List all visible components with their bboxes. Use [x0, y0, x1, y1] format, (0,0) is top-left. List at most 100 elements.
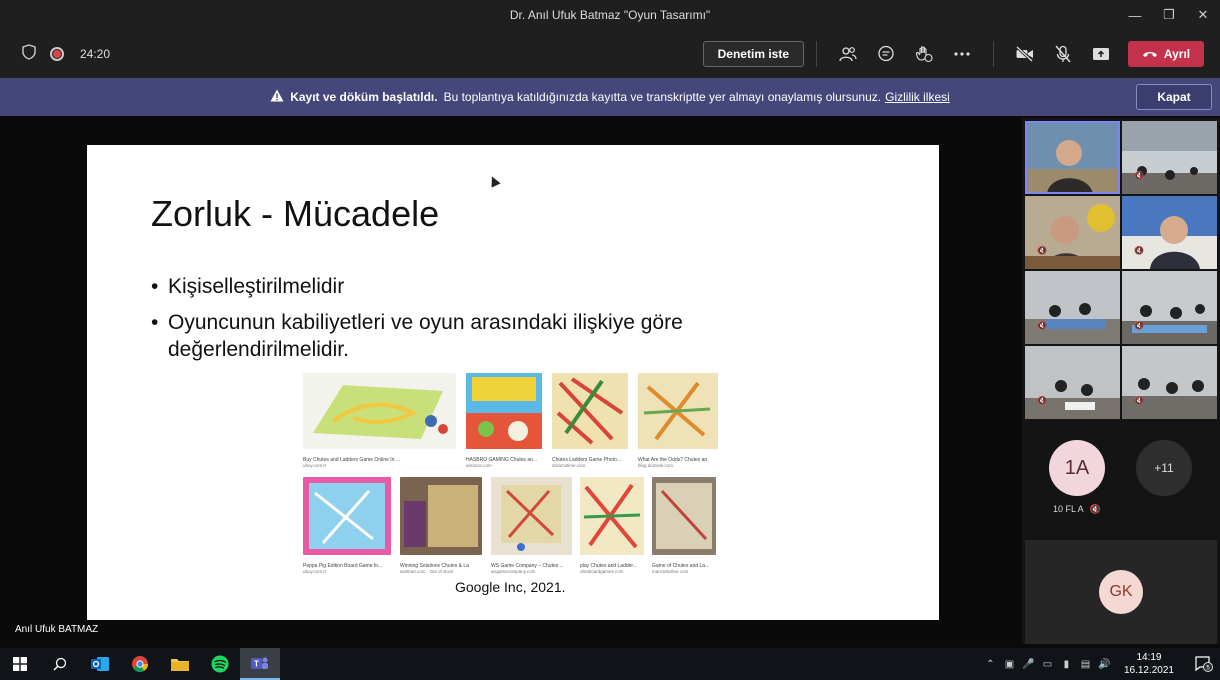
leave-label: Ayrıl [1163, 47, 1191, 61]
thumb-source: mancieboline.com [652, 569, 689, 574]
mic-muted-icon: 🔇 [1037, 321, 1047, 330]
thumb-source: blog.dominik.com [638, 463, 674, 468]
board-game-image [491, 477, 572, 555]
share-screen-icon[interactable] [1082, 38, 1120, 70]
gallery-thumb: Buy Chutes and Ladders Game Online In ..… [303, 373, 456, 468]
file-explorer-icon[interactable] [160, 648, 200, 680]
participant-video-presenter[interactable] [1025, 121, 1120, 194]
teams-icon[interactable]: T [240, 648, 280, 680]
slide-bullet: Oyuncunun kabiliyetleri ve oyun arasında… [151, 309, 771, 363]
board-game-image [652, 477, 716, 555]
presentation-slide: Zorluk - Mücadele Kişiselleştirilmelidir… [87, 145, 939, 620]
close-icon[interactable]: ✕ [1186, 0, 1220, 30]
outlook-icon[interactable] [80, 648, 120, 680]
mic-muted-icon: 🔇 [1037, 246, 1047, 255]
recording-banner: Kayıt ve döküm başlatıldı. Bu toplantıya… [0, 78, 1220, 116]
thumb-source: dreamstime.com [552, 463, 586, 468]
thumb-source: ubuy.com.tr [303, 463, 327, 468]
thumb-source: walmart.com · Out of stock [400, 569, 454, 574]
board-game-image [638, 373, 718, 449]
slide-bullets: Kişiselleştirilmelidir Oyuncunun kabiliy… [151, 273, 771, 372]
banner-message: Bu toplantıya katıldığınızda kayıtta ve … [443, 90, 882, 104]
title-bar: Dr. Anıl Ufuk Batmaz "Oyun Tasarımı" — ❐… [0, 0, 1220, 30]
maximize-icon[interactable]: ❐ [1152, 0, 1186, 30]
microphone-icon[interactable]: 🎤 [1019, 659, 1038, 670]
system-tray: ⌃ ▣ 🎤 ▭ ▮ ▤ 🔊 14:19 16.12.2021 5 [981, 648, 1220, 680]
participant-label: 10 FL A 🔇 [1053, 504, 1101, 515]
participant-video[interactable]: 🔇 [1122, 196, 1217, 269]
svg-text:T: T [254, 660, 259, 669]
thumb-source: amazon.com [466, 463, 492, 468]
chat-icon[interactable] [867, 38, 905, 70]
presenter-name: Anıl Ufuk BATMAZ [15, 624, 99, 635]
thumb-source: ubuy.com.tr [303, 569, 327, 574]
mic-muted-icon: 🔇 [1134, 396, 1144, 405]
chevron-up-icon[interactable]: ⌃ [981, 659, 1000, 670]
recording-icon [50, 47, 64, 61]
search-icon[interactable] [40, 648, 80, 680]
participants-icon[interactable] [829, 38, 867, 70]
slide-title: Zorluk - Mücadele [151, 193, 440, 234]
gallery-thumb: Winning Solutions Chutes & La walmart.co… [400, 477, 482, 574]
clock-time: 14:19 [1136, 652, 1162, 663]
gallery-thumb: Game of Chutes and La... mancieboline.co… [652, 477, 716, 574]
gallery-thumb: Peppa Pig Edition Board Game fo... ubuy.… [303, 477, 391, 574]
banner-close-button[interactable]: Kapat [1136, 84, 1212, 110]
gallery-thumb: Chutes Ladders Game Photo... dreamstime.… [552, 373, 628, 468]
privacy-policy-link[interactable]: Gizlilik ilkesi [885, 90, 950, 104]
board-game-image [580, 477, 644, 555]
reactions-icon[interactable] [905, 38, 943, 70]
phone-hangup-icon [1142, 52, 1157, 57]
mic-muted-icon: 🔇 [1134, 246, 1144, 255]
thumb-source: wsgamecompany.com [491, 569, 536, 574]
board-game-image [303, 373, 456, 449]
participant-video[interactable]: 🔇 [1122, 346, 1217, 419]
board-game-image [303, 477, 391, 555]
image-gallery: Buy Chutes and Ladders Game Online In ..… [303, 373, 728, 574]
window-title: Dr. Anıl Ufuk Batmaz "Oyun Tasarımı" [509, 8, 711, 22]
taskbar-clock[interactable]: 14:19 16.12.2021 [1124, 651, 1174, 677]
participant-name: 10 FL A [1053, 504, 1084, 514]
participant-avatar[interactable]: 1A [1049, 440, 1105, 496]
gallery-thumb: HASBRO GAMING Chutes an... amazon.com [466, 373, 542, 468]
participant-video[interactable]: 🔇 [1122, 121, 1217, 194]
teams-meeting-window: Dr. Anıl Ufuk Batmaz "Oyun Tasarımı" — ❐… [0, 0, 1220, 680]
board-game-image [466, 373, 542, 449]
meeting-toolbar: 24:20 Denetim iste Ayrıl [0, 30, 1220, 78]
battery-icon[interactable]: ▮ [1057, 659, 1076, 670]
mic-off-icon[interactable] [1044, 38, 1082, 70]
mic-muted-icon: 🔇 [1134, 171, 1144, 180]
camera-off-icon[interactable] [1006, 38, 1044, 70]
leave-button[interactable]: Ayrıl [1128, 41, 1204, 67]
volume-icon[interactable]: 🔊 [1095, 659, 1114, 670]
banner-bold-text: Kayıt ve döküm başlatıldı. [290, 90, 438, 104]
participant-video[interactable]: 🔇 [1025, 196, 1120, 269]
participant-video[interactable]: 🔇 [1122, 271, 1217, 344]
windows-taskbar: T ⌃ ▣ 🎤 ▭ ▮ ▤ 🔊 14:19 16.12.2021 5 [0, 648, 1220, 680]
board-game-image [552, 373, 628, 449]
mic-muted-icon: 🔇 [1089, 504, 1101, 514]
more-options-icon[interactable] [943, 38, 981, 70]
request-control-button[interactable]: Denetim iste [702, 41, 804, 67]
gallery-thumb: play Chutes and Ladder... ultraboardgame… [580, 477, 644, 574]
participant-video[interactable]: 🔇 [1025, 346, 1120, 419]
display-icon[interactable]: ▭ [1038, 659, 1057, 670]
thumb-source: ultraboardgames.com [580, 569, 624, 574]
gallery-thumb: What Are the Odds? Chutes an blog.domini… [638, 373, 718, 468]
network-icon[interactable]: ▤ [1076, 659, 1095, 670]
mic-muted-icon: 🔇 [1134, 321, 1144, 330]
slide-bullet: Kişiselleştirilmelidir [151, 273, 771, 300]
more-participants-button[interactable]: +11 [1136, 440, 1192, 496]
minimize-icon[interactable]: — [1118, 0, 1152, 30]
window-controls: — ❐ ✕ [1118, 0, 1220, 30]
warning-icon [270, 89, 284, 105]
slide-credit: Google Inc, 2021. [455, 579, 566, 595]
usb-icon[interactable]: ▣ [1000, 659, 1019, 670]
chrome-icon[interactable] [120, 648, 160, 680]
shield-icon[interactable] [22, 43, 36, 65]
spotify-icon[interactable] [200, 648, 240, 680]
notification-center-icon[interactable]: 5 [1188, 648, 1220, 680]
participant-video[interactable]: 🔇 [1025, 271, 1120, 344]
self-video-tile: GK [1025, 540, 1217, 644]
windows-start-icon[interactable] [0, 648, 40, 680]
